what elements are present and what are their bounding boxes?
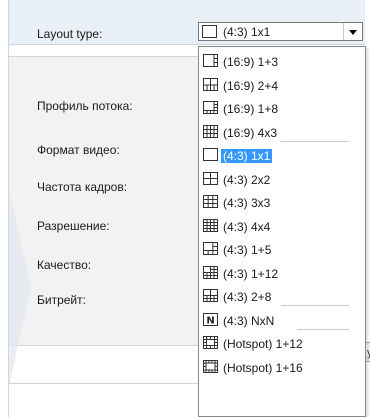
settings-panel: Layout type: Профиль потока: Формат виде… <box>8 0 370 417</box>
dropdown-option[interactable]: (4:3) 1x1 <box>201 147 363 166</box>
layout-1plus8-icon <box>203 101 218 117</box>
dropdown-arrow-button[interactable] <box>343 23 362 40</box>
frame-rate-label: Частота кадров: <box>37 180 128 194</box>
select-value: (4:3) 1x1 <box>223 25 271 39</box>
dropdown-option[interactable]: (4:3) 2x2 <box>201 171 363 190</box>
layout-2plus4-icon <box>203 77 218 94</box>
layout-2plus8-icon <box>203 289 218 305</box>
dropdown-option[interactable]: (4:3) 4x4 <box>201 218 363 237</box>
dropdown-option[interactable]: (4:3) 1+5 <box>201 241 363 260</box>
dropdown-option[interactable]: (4:3) 3x3 <box>201 194 363 213</box>
dropdown-option-label: (4:3) 2x2 <box>223 172 271 187</box>
dropdown-option-label: (4:3) 2+8 <box>223 290 272 304</box>
bitrate-label: Битрейт: <box>37 293 86 307</box>
layout-4x3-icon <box>203 124 218 141</box>
layout-2x2-icon <box>203 171 218 188</box>
dropdown-option-label: (4:3) 1+12 <box>223 266 279 281</box>
layout-4x4-icon <box>203 218 218 235</box>
dropdown-option[interactable]: (16:9) 1+3 <box>201 53 363 72</box>
layout-hotspot-1plus12-icon <box>203 336 218 352</box>
dropdown-separator <box>297 328 349 330</box>
layout-1plus3-icon <box>203 54 218 70</box>
layout-1plus5-icon <box>203 242 218 258</box>
video-format-label: Формат видео: <box>37 143 120 157</box>
dropdown-option-label: (4:3) 4x4 <box>223 219 271 234</box>
stream-profile-label: Профиль потока: <box>37 99 133 113</box>
chevron-down-icon <box>349 30 357 35</box>
dropdown-option[interactable]: (Hotspot) 1+16 <box>201 359 363 378</box>
layout-type-label: Layout type: <box>37 27 103 41</box>
layout-1plus12-icon <box>203 265 218 282</box>
resolution-label: Разрешение: <box>37 219 110 233</box>
dropdown-option-label: (16:9) 1+8 <box>223 102 279 116</box>
dropdown-option-label: (4:3) 3x3 <box>223 196 271 210</box>
layout-type-select[interactable]: (4:3) 1x1 <box>198 22 363 41</box>
dropdown-option-label: (16:9) 4x3 <box>223 125 278 140</box>
dropdown-option-label: (16:9) 1+3 <box>223 55 279 69</box>
background-watermark <box>9 187 31 387</box>
layout-1x1-icon <box>202 25 217 41</box>
dropdown-option-label: (Hotspot) 1+12 <box>223 337 303 351</box>
layout-3x3-icon <box>203 195 218 211</box>
dropdown-separator <box>281 140 349 142</box>
layout-hotspot-1plus16-icon <box>203 359 218 376</box>
dropdown-separator <box>281 305 349 306</box>
dropdown-option-label: (Hotspot) 1+16 <box>223 360 303 375</box>
dropdown-option-label: (4:3) 1+5 <box>223 243 272 257</box>
dropdown-option[interactable]: (16:9) 1+8 <box>201 100 363 119</box>
dropdown-option-label: (16:9) 2+4 <box>223 78 279 93</box>
svg-text:N: N <box>206 315 214 326</box>
dropdown-option[interactable]: (16:9) 2+4 <box>201 77 363 96</box>
dropdown-option[interactable]: (4:3) 1+12 <box>201 265 363 284</box>
dropdown-option-label: (4:3) NxN <box>223 313 275 328</box>
quality-label: Качество: <box>37 258 92 272</box>
layout-nxn-icon: N <box>203 312 218 329</box>
dropdown-option-label: (4:3) 1x1 <box>221 149 273 163</box>
layout-type-dropdown: (16:9) 1+3 (16:9) 2+4 (16:9) 1+8 (16:9) 4x3… <box>198 46 366 417</box>
layout-1x1-icon <box>203 148 218 164</box>
dropdown-option[interactable]: (Hotspot) 1+12 <box>201 335 363 354</box>
